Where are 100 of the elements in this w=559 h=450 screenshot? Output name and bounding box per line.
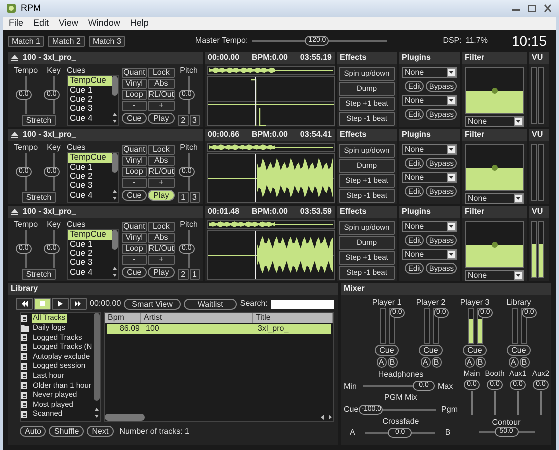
cue-button[interactable]: Cue (374, 345, 400, 356)
cue-button[interactable]: Cue (506, 345, 532, 356)
slot-button[interactable]: 1 (178, 192, 189, 204)
cue-item[interactable]: TempCue (68, 153, 112, 163)
menu-item[interactable]: Window (88, 18, 120, 29)
cue-item[interactable]: Cue 4 (68, 114, 112, 124)
deck-button[interactable]: Abs (148, 79, 176, 89)
library-button[interactable]: Shuffle (49, 426, 84, 437)
smart-view-button[interactable]: Smart View (124, 298, 181, 310)
output-button[interactable]: A (420, 357, 430, 368)
column-header[interactable]: Bpm (105, 313, 141, 323)
cue-item[interactable]: Cue 1 (68, 86, 112, 95)
play-button[interactable]: Play (148, 190, 176, 201)
cue-button[interactable]: Cue (418, 345, 444, 356)
plugin-dropdown[interactable]: None (402, 221, 457, 232)
search-field[interactable] (270, 300, 334, 308)
plugin-dropdown[interactable]: None (402, 67, 457, 78)
deck-button[interactable]: Lock (148, 145, 176, 155)
plugin-dropdown[interactable]: None (402, 249, 457, 260)
cue-item[interactable]: Cue 2 (68, 172, 112, 182)
cue-item[interactable]: Cue 3 (68, 181, 112, 191)
cue-item[interactable]: Cue 1 (68, 162, 112, 172)
slot-button[interactable]: 1 (190, 269, 200, 280)
table-row[interactable]: 86.09 100 3xl_pro_ (107, 324, 331, 334)
deck-button[interactable]: RL/Out (148, 244, 176, 254)
cue-item[interactable]: Cue 1 (68, 240, 112, 249)
deck-button[interactable]: Loop (122, 90, 147, 100)
slot-button[interactable]: 2 (178, 115, 189, 126)
play-button[interactable] (52, 298, 69, 310)
filter-graph[interactable] (465, 221, 524, 268)
match-button[interactable]: Match 1 (8, 36, 44, 46)
filter-dropdown[interactable]: None (465, 193, 524, 204)
menu-item[interactable]: Edit (34, 18, 50, 29)
cue-item[interactable]: Cue 2 (68, 249, 112, 258)
column-header[interactable]: Artist (141, 313, 253, 323)
deck-button[interactable]: RL/Out (148, 90, 176, 100)
cue-item[interactable]: Cue 3 (68, 104, 112, 114)
cue-item[interactable]: Cue 3 (68, 258, 112, 268)
cue-item[interactable]: TempCue (68, 76, 112, 86)
plugin-dropdown[interactable]: None (402, 95, 457, 106)
output-button[interactable]: B (388, 357, 398, 368)
cue-button[interactable]: Cue (122, 190, 147, 201)
stretch-button[interactable]: Stretch (22, 115, 56, 126)
stretch-button[interactable]: Stretch (22, 192, 56, 204)
filter-dropdown[interactable]: None (465, 116, 524, 127)
deck-button[interactable]: RL/Out (148, 167, 176, 177)
plugin-dropdown[interactable]: None (402, 172, 457, 183)
deck-button[interactable]: Loop (122, 244, 147, 254)
deck-button[interactable]: + (148, 178, 176, 188)
deck-button[interactable]: - (122, 101, 147, 111)
plugin-dropdown[interactable]: None (402, 144, 457, 155)
output-button[interactable]: B (476, 357, 486, 368)
cue-item[interactable]: Cue 2 (68, 95, 112, 104)
play-button[interactable]: Play (148, 267, 176, 278)
deck-button[interactable]: Lock (148, 222, 176, 232)
cue-item[interactable]: Cue 4 (68, 268, 112, 278)
filter-graph[interactable] (465, 144, 524, 191)
library-button[interactable]: Auto (20, 426, 46, 437)
cue-button[interactable]: Cue (462, 345, 488, 356)
deck-button[interactable]: Loop (122, 167, 147, 177)
filter-graph[interactable] (465, 67, 524, 114)
deck-button[interactable]: + (148, 255, 176, 265)
deck-button[interactable]: Vinyl (122, 233, 147, 243)
library-button[interactable]: Next (87, 426, 114, 437)
waitlist-button[interactable]: Waitlist (184, 298, 238, 310)
output-button[interactable]: A (376, 357, 386, 368)
slot-button[interactable]: 3 (190, 192, 200, 204)
match-button[interactable]: Match 2 (48, 36, 85, 46)
stop-button[interactable] (34, 298, 51, 310)
output-button[interactable]: B (520, 357, 530, 368)
filter-dropdown[interactable]: None (465, 270, 524, 281)
play-button[interactable]: Play (148, 113, 176, 124)
cue-button[interactable]: Cue (122, 267, 147, 278)
deck-button[interactable]: - (122, 178, 147, 188)
rewind-button[interactable] (16, 298, 33, 310)
deck-button[interactable]: Abs (148, 156, 176, 166)
slot-button[interactable]: 2 (178, 269, 189, 280)
menu-item[interactable]: File (9, 18, 24, 29)
deck-button[interactable]: Abs (148, 233, 176, 243)
menu-item[interactable]: Help (130, 18, 149, 29)
fast-forward-button[interactable] (70, 298, 87, 310)
deck-button[interactable]: - (122, 255, 147, 265)
cue-item[interactable]: TempCue (68, 230, 112, 240)
output-button[interactable]: A (508, 357, 518, 368)
cue-button[interactable]: Cue (122, 113, 147, 124)
cue-item[interactable]: Cue 4 (68, 190, 112, 200)
deck-button[interactable]: + (148, 101, 176, 111)
menu-item[interactable]: View (59, 18, 78, 29)
stretch-button[interactable]: Stretch (22, 269, 56, 280)
deck-button[interactable]: Quant (122, 68, 147, 78)
deck-button[interactable]: Vinyl (122, 79, 147, 89)
slot-button[interactable]: 3 (190, 115, 200, 126)
deck-button[interactable]: Quant (122, 145, 147, 155)
deck-button[interactable]: Lock (148, 68, 176, 78)
match-button[interactable]: Match 3 (88, 36, 126, 46)
deck-button[interactable]: Quant (122, 222, 147, 232)
column-header[interactable]: Title (253, 313, 333, 323)
output-button[interactable]: A (464, 357, 474, 368)
output-button[interactable]: B (432, 357, 442, 368)
deck-button[interactable]: Vinyl (122, 156, 147, 166)
